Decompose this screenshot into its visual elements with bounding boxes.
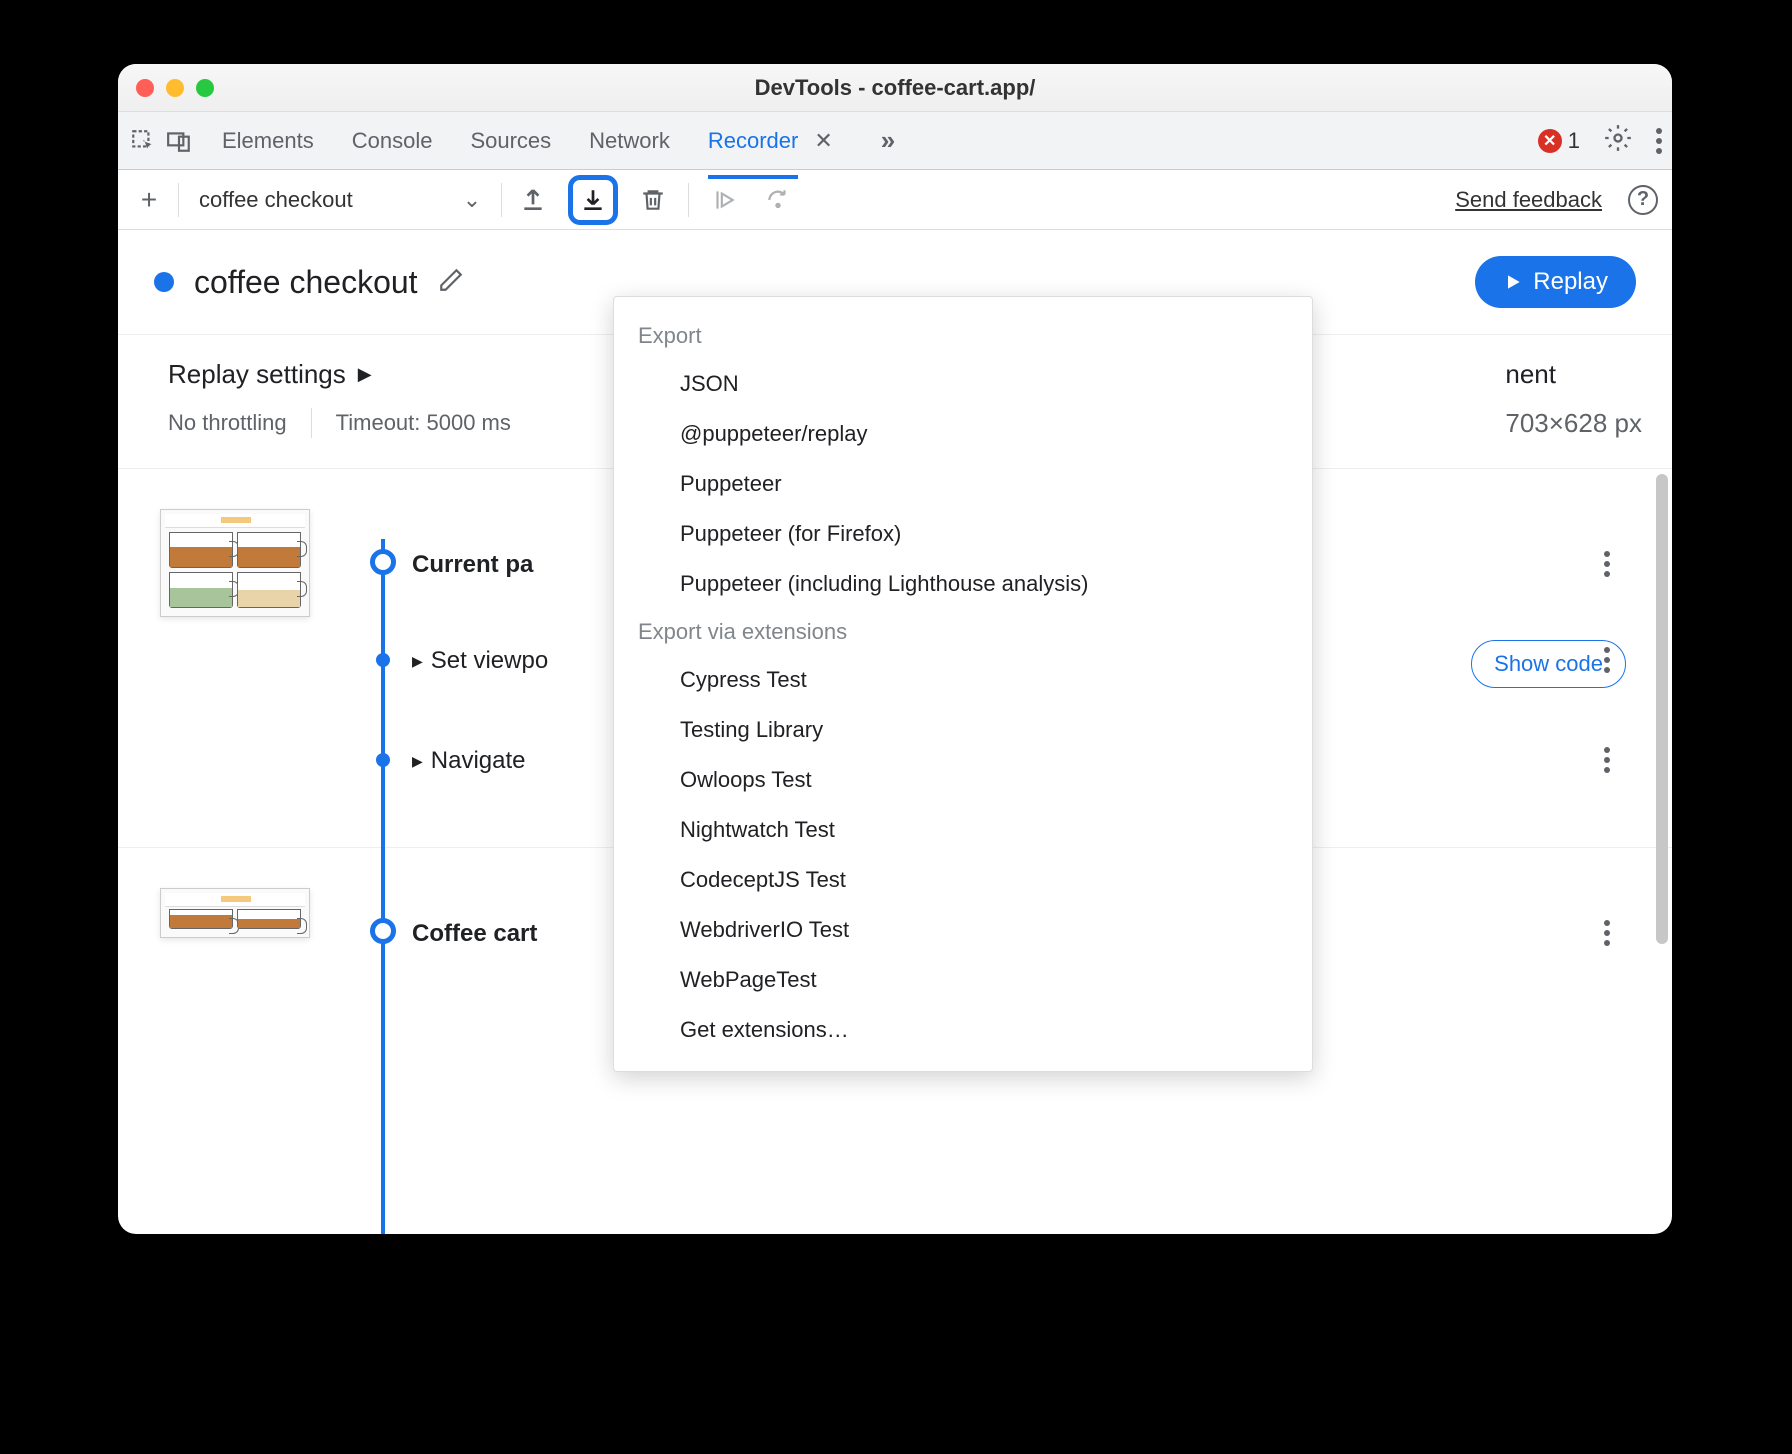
export-get-extensions[interactable]: Get extensions… [614, 1005, 1312, 1055]
recording-selector-label: coffee checkout [199, 187, 353, 213]
error-badge[interactable]: ✕ 1 [1538, 128, 1580, 154]
zoom-window-button[interactable] [196, 79, 214, 97]
import-button[interactable] [514, 181, 552, 219]
triangle-right-icon: ▶ [412, 653, 423, 670]
dropdown-header-extensions: Export via extensions [614, 609, 1312, 655]
viewport-dimensions: 703×628 px [1505, 408, 1642, 439]
tab-console[interactable]: Console [352, 116, 433, 166]
export-owloops[interactable]: Owloops Test [614, 755, 1312, 805]
step-label: ▶Set viewpo [412, 647, 548, 675]
error-icon: ✕ [1538, 129, 1562, 153]
export-webdriverio[interactable]: WebdriverIO Test [614, 905, 1312, 955]
timeline-node-small [376, 753, 390, 767]
export-puppeteer-firefox[interactable]: Puppeteer (for Firefox) [614, 509, 1312, 559]
export-dropdown: Export JSON @puppeteer/replay Puppeteer … [613, 296, 1313, 1072]
tab-recorder[interactable]: Recorder [708, 116, 798, 166]
window-title: DevTools - coffee-cart.app/ [118, 75, 1672, 101]
export-testing-library[interactable]: Testing Library [614, 705, 1312, 755]
recording-title: coffee checkout [194, 264, 418, 301]
tab-elements[interactable]: Elements [222, 116, 314, 166]
step-menu-icon[interactable] [1604, 747, 1610, 773]
device-toolbar-icon[interactable] [164, 126, 194, 156]
step-label: ▶Navigate [412, 747, 526, 775]
minimize-window-button[interactable] [166, 79, 184, 97]
inspect-element-icon[interactable] [128, 126, 158, 156]
recorder-toolbar: + coffee checkout ⌄ Send [118, 170, 1672, 230]
export-button[interactable] [568, 175, 618, 225]
export-webpagetest[interactable]: WebPageTest [614, 955, 1312, 1005]
timeline-node [370, 549, 396, 575]
step-menu-icon[interactable] [1604, 920, 1610, 946]
delete-button[interactable] [634, 181, 672, 219]
tab-network[interactable]: Network [589, 116, 670, 166]
step-label: Current pa [412, 551, 533, 579]
export-json[interactable]: JSON [614, 359, 1312, 409]
close-window-button[interactable] [136, 79, 154, 97]
titlebar: DevTools - coffee-cart.app/ [118, 64, 1672, 112]
export-nightwatch[interactable]: Nightwatch Test [614, 805, 1312, 855]
settings-icon[interactable] [1604, 124, 1632, 157]
timeout-value: Timeout: 5000 ms [336, 410, 511, 436]
traffic-lights [136, 79, 214, 97]
step-thumbnail [160, 888, 310, 938]
dropdown-header: Export [614, 313, 1312, 359]
help-icon[interactable]: ? [1628, 185, 1658, 215]
send-feedback-link[interactable]: Send feedback [1455, 187, 1602, 213]
edit-title-icon[interactable] [438, 267, 464, 298]
export-codeceptjs[interactable]: CodeceptJS Test [614, 855, 1312, 905]
recorder-content: coffee checkout Replay Replay settings ▶… [118, 230, 1672, 1234]
replay-settings-label: Replay settings [168, 359, 346, 390]
tab-sources[interactable]: Sources [470, 116, 551, 166]
recording-selector[interactable]: coffee checkout ⌄ [191, 187, 489, 213]
replay-button-label: Replay [1533, 268, 1608, 296]
timeline-line [381, 539, 385, 1234]
error-count: 1 [1568, 128, 1580, 154]
replay-step-over-button[interactable] [759, 181, 797, 219]
step-label: Coffee cart [412, 920, 537, 948]
export-puppeteer-replay[interactable]: @puppeteer/replay [614, 409, 1312, 459]
timeline-node [370, 918, 396, 944]
step-menu-icon[interactable] [1604, 551, 1610, 577]
close-tab-icon[interactable]: ✕ [814, 128, 832, 154]
triangle-right-icon: ▶ [412, 753, 423, 770]
step-menu-icon[interactable] [1604, 647, 1610, 673]
step-thumbnail [160, 509, 310, 617]
export-puppeteer[interactable]: Puppeteer [614, 459, 1312, 509]
throttling-value: No throttling [168, 410, 287, 436]
environment-label-partial: nent [1505, 359, 1642, 390]
panel-tabs: Elements Console Sources Network Recorde… [222, 116, 889, 166]
recording-status-dot [154, 272, 174, 292]
more-menu-icon[interactable] [1656, 128, 1662, 154]
scrollbar[interactable] [1656, 474, 1668, 944]
panel-tabstrip: Elements Console Sources Network Recorde… [118, 112, 1672, 170]
timeline-node-small [376, 653, 390, 667]
step-replay-button[interactable] [705, 181, 743, 219]
export-cypress[interactable]: Cypress Test [614, 655, 1312, 705]
triangle-right-icon: ▶ [358, 364, 372, 385]
more-tabs-icon[interactable]: » [881, 125, 889, 156]
new-recording-button[interactable]: + [132, 184, 166, 216]
chevron-down-icon: ⌄ [463, 187, 481, 213]
devtools-window: DevTools - coffee-cart.app/ Elements Con… [118, 64, 1672, 1234]
replay-button[interactable]: Replay [1475, 256, 1636, 308]
export-puppeteer-lighthouse[interactable]: Puppeteer (including Lighthouse analysis… [614, 559, 1312, 609]
